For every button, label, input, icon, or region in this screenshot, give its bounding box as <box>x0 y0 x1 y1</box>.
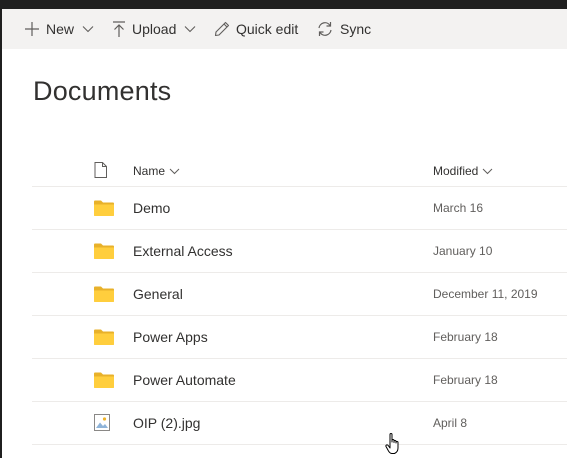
item-modified: February 18 <box>433 330 498 344</box>
folder-icon <box>94 372 114 388</box>
quick-edit-button-label: Quick edit <box>236 21 299 37</box>
chevron-down-icon <box>169 168 180 174</box>
image-file-icon <box>94 414 110 431</box>
new-button-label: New <box>46 21 75 37</box>
chevron-down-icon <box>82 26 94 33</box>
list-item[interactable]: General December 11, 2019 <box>32 273 567 316</box>
folder-icon <box>94 200 114 216</box>
chevron-down-icon <box>483 168 493 174</box>
item-modified: March 16 <box>433 201 484 215</box>
item-name[interactable]: Demo <box>133 187 170 229</box>
sync-button[interactable]: Sync <box>316 9 371 49</box>
pencil-icon <box>214 21 230 37</box>
item-modified: February 18 <box>433 373 498 387</box>
upload-button-label: Upload <box>132 21 177 37</box>
list-item[interactable]: External Access January 10 <box>32 230 567 273</box>
modified-column-header[interactable]: Modified <box>433 156 493 186</box>
chevron-down-icon <box>184 26 196 33</box>
name-column-header[interactable]: Name <box>133 156 180 186</box>
sync-icon <box>318 22 332 36</box>
command-bar: New Upload Quick edit Sync <box>2 9 567 49</box>
list-header: Name Modified <box>32 156 567 187</box>
new-button[interactable]: New <box>24 9 94 49</box>
window-top-border <box>0 0 567 9</box>
item-name[interactable]: General <box>133 273 183 315</box>
modified-column-label: Modified <box>433 164 479 178</box>
sharepoint-document-library: New Upload Quick edit Sync Documents Nam… <box>2 9 567 458</box>
list-item[interactable]: OIP (2).jpg April 8 <box>32 402 567 445</box>
list-item[interactable]: Demo March 16 <box>32 187 567 230</box>
folder-icon <box>94 286 114 302</box>
folder-icon <box>94 243 114 259</box>
list-item[interactable]: Power Apps February 18 <box>32 316 567 359</box>
name-column-label: Name <box>133 164 166 178</box>
upload-icon <box>113 20 125 37</box>
item-modified: December 11, 2019 <box>433 287 538 301</box>
upload-button[interactable]: Upload <box>112 9 196 49</box>
item-modified: January 10 <box>433 244 493 258</box>
item-modified: April 8 <box>433 416 468 430</box>
folder-icon <box>94 329 114 345</box>
item-name[interactable]: Power Automate <box>133 359 236 401</box>
plus-icon <box>25 22 39 36</box>
sync-button-label: Sync <box>340 21 372 37</box>
item-name[interactable]: Power Apps <box>133 316 208 358</box>
item-name[interactable]: External Access <box>133 230 233 272</box>
quick-edit-button[interactable]: Quick edit <box>214 9 298 49</box>
list-item[interactable]: Power Automate February 18 <box>32 359 567 402</box>
hand-pointer-icon <box>385 433 399 454</box>
page-title: Documents <box>33 76 172 106</box>
file-type-icon[interactable] <box>94 162 107 178</box>
item-name[interactable]: OIP (2).jpg <box>133 402 200 444</box>
